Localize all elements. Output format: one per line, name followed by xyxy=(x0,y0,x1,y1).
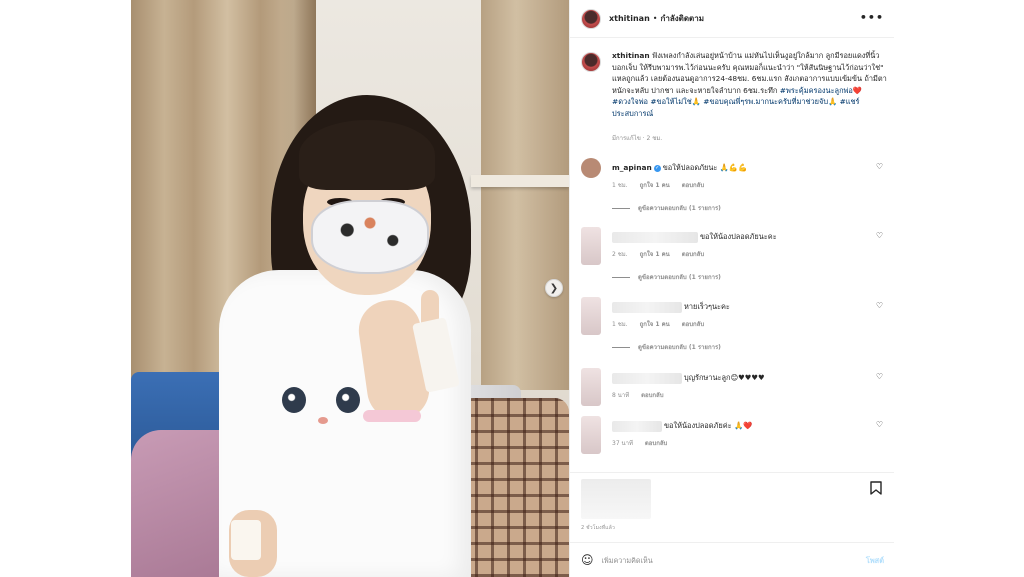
post-photo[interactable] xyxy=(131,0,569,577)
comment-item: บุญรักษานะลูก😊♥♥♥♥ 8 นาที ตอบกลับ ♡ xyxy=(581,368,886,408)
bookmark-glyph xyxy=(870,481,882,495)
comment-text: ขอให้ปลอดภัยนะ 🙏💪💪 xyxy=(662,163,748,172)
verified-badge-icon: ✓ xyxy=(653,164,661,172)
comment-meta: 37 นาที ตอบกลับ xyxy=(612,438,677,448)
author-avatar[interactable] xyxy=(581,8,601,29)
more-horizontal-icon[interactable]: ••• xyxy=(860,11,884,24)
face-mask xyxy=(311,200,429,274)
post-side-panel: xthitinan • กำลังติดตาม ••• xthitinan ฟั… xyxy=(569,0,894,577)
reply-button[interactable]: ตอบกลับ xyxy=(645,440,667,447)
commenter-avatar[interactable] xyxy=(581,368,601,406)
commenter-avatar[interactable] xyxy=(581,297,601,335)
comment-text: ขอให้น้องปลอดภัยนะคะ xyxy=(700,232,777,241)
comment-line: บุญรักษานะลูก😊♥♥♥♥ xyxy=(612,372,765,384)
view-replies-button[interactable]: ดูข้อความตอบกลับ (1 รายการ) xyxy=(612,342,721,352)
hospital-wristband xyxy=(363,410,421,422)
comment-line: ขอให้น้องปลอดภัยค่ะ 🙏❤️ xyxy=(612,420,752,432)
child-bangs xyxy=(299,120,435,190)
comment-meta: 2 ชม. ถูกใจ 1 คน ตอบกลับ xyxy=(612,249,714,259)
post-actions: 2 ชั่วโมงที่แล้ว xyxy=(570,472,894,542)
cat-eye-left xyxy=(282,387,306,413)
bookmark-icon[interactable] xyxy=(870,481,884,497)
commenter-username-blurred[interactable] xyxy=(612,372,682,384)
reply-button[interactable]: ตอบกลับ xyxy=(682,321,704,328)
comment-meta: 8 นาที ตอบกลับ xyxy=(612,390,674,400)
comment-item: หายเร็วๆนะคะ 1 ชม. ถูกใจ 1 คน ตอบกลับ ♡ … xyxy=(581,297,886,357)
heart-icon[interactable]: ♡ xyxy=(876,162,883,171)
iv-tape xyxy=(231,520,261,560)
cat-shirt-print xyxy=(276,375,376,445)
comment-text: หายเร็วๆนะคะ xyxy=(684,302,730,311)
commenter-avatar[interactable] xyxy=(581,416,601,454)
chevron-right-icon: ❯ xyxy=(549,282,559,294)
wall-shelf xyxy=(471,175,569,187)
comment-time[interactable]: 1 ชม. xyxy=(612,321,628,328)
comment-meta: 1 ชม. ถูกใจ 1 คน ตอบกลับ xyxy=(612,319,714,329)
post-time-ago[interactable]: 2 ชั่วโมงที่แล้ว xyxy=(581,524,615,532)
view-replies-button[interactable]: ดูข้อความตอบกลับ (1 รายการ) xyxy=(612,272,721,282)
add-comment-bar: ☺ โพสต์ xyxy=(570,542,894,577)
comment-item: ขอให้น้องปลอดภัยค่ะ 🙏❤️ 37 นาที ตอบกลับ … xyxy=(581,416,886,456)
post-comment-button[interactable]: โพสต์ xyxy=(866,555,884,567)
reply-button[interactable]: ตอบกลับ xyxy=(682,251,704,258)
commenter-username-blurred[interactable] xyxy=(612,420,662,432)
view-replies-button[interactable]: ดูข้อความตอบกลับ (1 รายการ) xyxy=(612,203,721,213)
comment-time[interactable]: 8 นาที xyxy=(612,392,629,399)
heart-icon[interactable]: ♡ xyxy=(876,420,883,429)
emoji-icon[interactable]: ☺ xyxy=(581,553,594,567)
heart-icon[interactable]: ♡ xyxy=(876,372,883,381)
instagram-post-modal: ❯ xthitinan • กำลังติดตาม ••• xthitinan … xyxy=(0,0,1024,577)
header-separator: • xyxy=(652,14,658,23)
comment-likes[interactable]: ถูกใจ 1 คน xyxy=(640,321,670,328)
carousel-next-button[interactable]: ❯ xyxy=(545,279,563,297)
comment-likes[interactable]: ถูกใจ 1 คน xyxy=(640,251,670,258)
commenter-username[interactable]: m_apinan xyxy=(612,163,652,172)
comment-input[interactable] xyxy=(601,555,842,565)
reply-button[interactable]: ตอบกลับ xyxy=(641,392,663,399)
comment-item: m_apinan ✓ ขอให้ปลอดภัยนะ 🙏💪💪 1 ชม. ถูกใจ … xyxy=(581,158,886,218)
caption-meta: มีการแก้ไข · 2 ชม. xyxy=(612,135,663,142)
comment-text: บุญรักษานะลูก😊♥♥♥♥ xyxy=(684,373,765,382)
reply-button[interactable]: ตอบกลับ xyxy=(682,182,704,189)
comment-likes[interactable]: ถูกใจ 1 คน xyxy=(640,182,670,189)
commenter-username-blurred[interactable] xyxy=(612,301,682,313)
comment-line: หายเร็วๆนะคะ xyxy=(612,301,730,313)
heart-icon[interactable]: ♡ xyxy=(876,301,883,310)
cat-eye-right xyxy=(336,387,360,413)
caption-avatar[interactable] xyxy=(581,52,601,72)
comment-time[interactable]: 2 ชม. xyxy=(612,251,628,258)
cat-nose xyxy=(318,417,328,424)
comment-time[interactable]: 37 นาที xyxy=(612,440,633,447)
post-header: xthitinan • กำลังติดตาม ••• xyxy=(570,0,894,38)
plaid-bag xyxy=(459,398,569,577)
comment-item: ขอให้น้องปลอดภัยนะคะ 2 ชม. ถูกใจ 1 คน ตอ… xyxy=(581,227,886,287)
author-username[interactable]: xthitinan xyxy=(609,14,650,23)
comment-line: ขอให้น้องปลอดภัยนะคะ xyxy=(612,231,777,243)
commenter-username-blurred[interactable] xyxy=(612,231,698,243)
comment-time[interactable]: 1 ชม. xyxy=(612,182,628,189)
commenter-avatar[interactable] xyxy=(581,227,601,265)
commenter-avatar[interactable] xyxy=(581,158,601,178)
comment-text: ขอให้น้องปลอดภัยค่ะ 🙏❤️ xyxy=(664,421,753,430)
curtain-right xyxy=(481,0,569,390)
comment-line: m_apinan ✓ ขอให้ปลอดภัยนะ 🙏💪💪 xyxy=(612,162,747,174)
caption-text-block: xthitinan ฟังเพลงกำลังเล่นอยู่หน้าบ้าน แ… xyxy=(612,50,889,120)
post-caption: xthitinan ฟังเพลงกำลังเล่นอยู่หน้าบ้าน แ… xyxy=(581,50,889,145)
likes-summary-blurred xyxy=(581,479,651,519)
following-button[interactable]: กำลังติดตาม xyxy=(661,12,705,25)
comment-meta: 1 ชม. ถูกใจ 1 คน ตอบกลับ xyxy=(612,180,714,190)
caption-username[interactable]: xthitinan xyxy=(612,51,650,60)
heart-icon[interactable]: ♡ xyxy=(876,231,883,240)
